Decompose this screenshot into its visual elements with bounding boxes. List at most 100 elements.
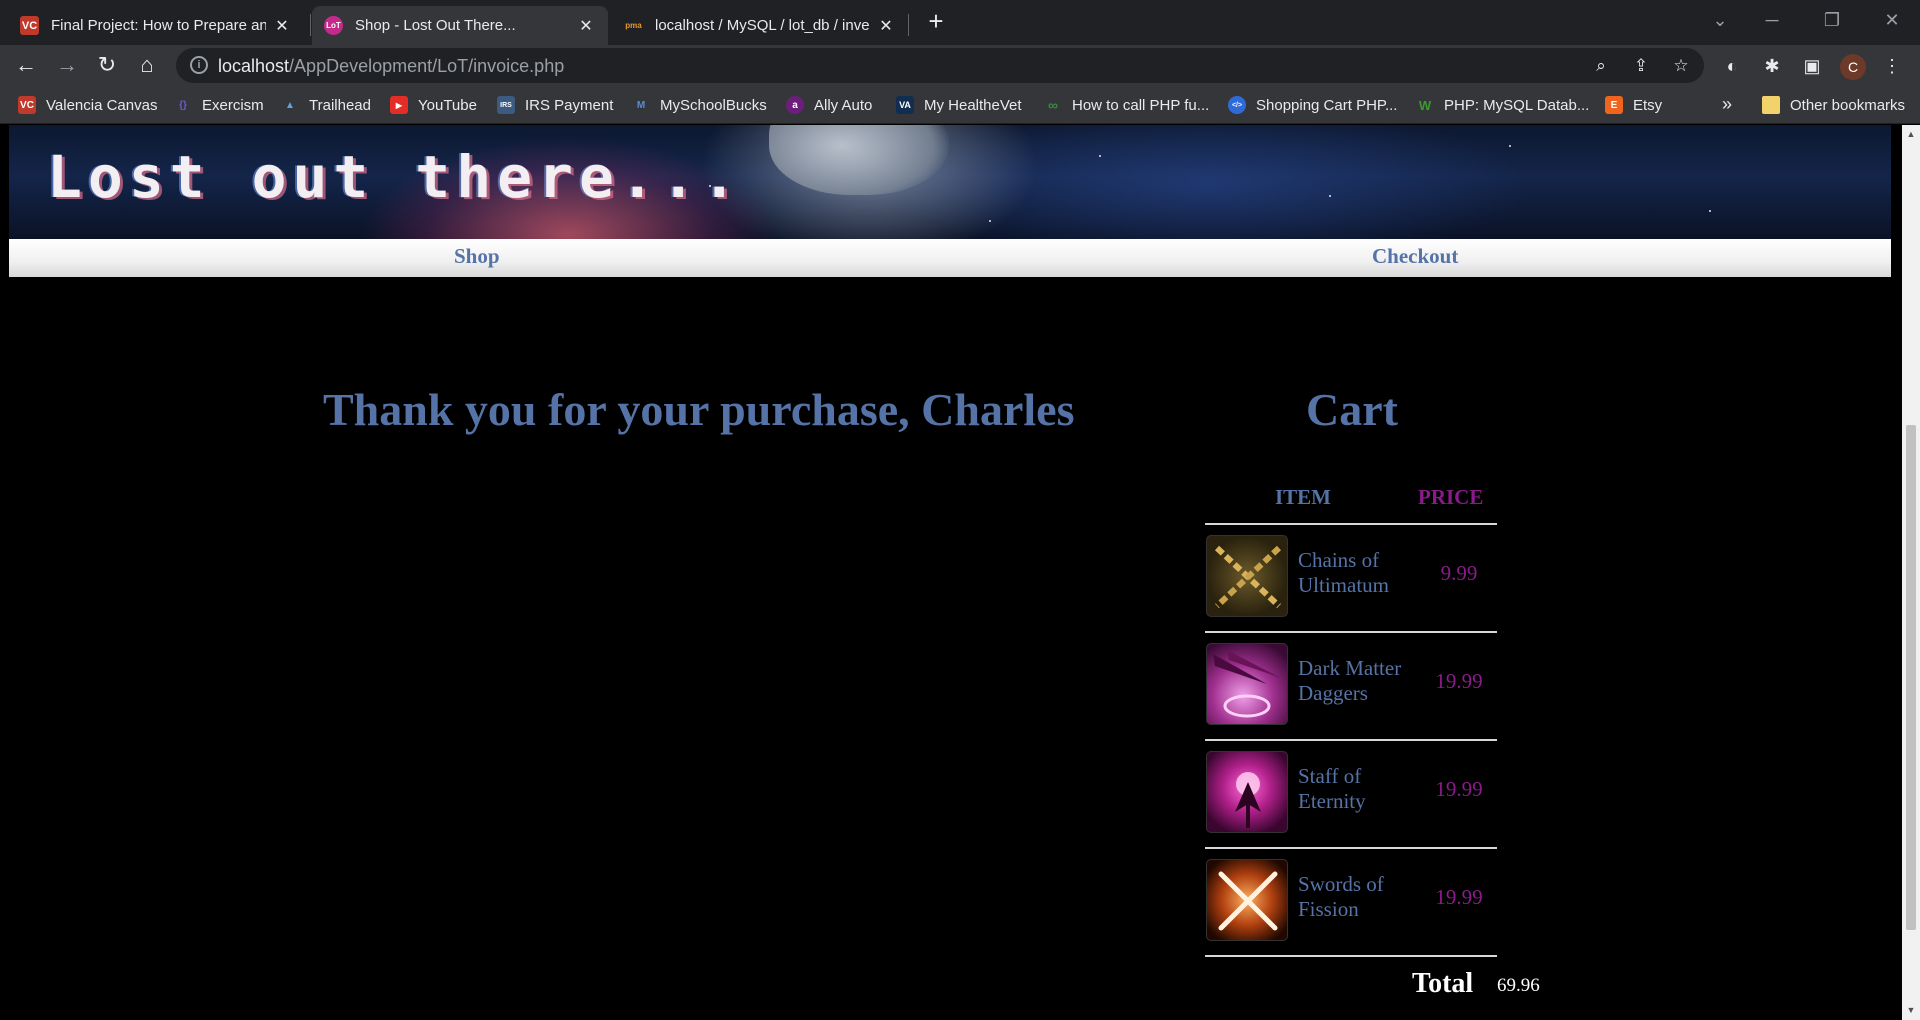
forward-arrow-icon[interactable]: → — [51, 49, 83, 81]
side-panel-icon[interactable]: ▣ — [1800, 54, 1824, 78]
bookmark-myschoolbucks[interactable]: M MySchoolBucks — [632, 95, 767, 115]
cart-divider — [1205, 523, 1497, 525]
scroll-down-arrow-icon[interactable]: ▼ — [1906, 1005, 1916, 1015]
site-nav: Shop Checkout — [9, 239, 1891, 277]
extensions-puzzle-icon[interactable]: ✱ — [1760, 54, 1784, 78]
window-close-button[interactable]: ✕ — [1872, 0, 1912, 40]
star — [1329, 195, 1331, 197]
bookmarks-bar: VC Valencia Canvas {} Exercism ▲ Trailhead … — [0, 86, 1920, 124]
star — [989, 220, 991, 222]
cart-item-price: 19.99 — [1435, 669, 1483, 693]
browser-toolbar: ← → ↻ ⌂ i localhost/AppDevelopment/LoT/i… — [0, 45, 1920, 86]
share-icon[interactable]: ⇪ — [1630, 55, 1652, 77]
nav-shop-link[interactable]: Shop — [454, 244, 500, 269]
restore-button[interactable]: ❐ — [1812, 0, 1852, 40]
cart-item-price: 19.99 — [1435, 777, 1483, 801]
tab-search-icon[interactable]: ⌄ — [1700, 0, 1740, 40]
star — [1709, 210, 1711, 212]
tab-title: Shop - Lost Out There... — [355, 17, 516, 34]
bookmark-php-function[interactable]: ∞ How to call PHP fu... — [1044, 95, 1209, 115]
profile-avatar[interactable]: C — [1840, 54, 1866, 80]
cart-divider — [1205, 739, 1497, 741]
irs-icon: IRS — [497, 96, 515, 114]
cart-column-item: ITEM — [1275, 485, 1332, 509]
shop-favicon-icon: LoT — [324, 16, 343, 35]
bookmark-php-mysql[interactable]: W PHP: MySQL Datab... — [1416, 95, 1589, 115]
trailhead-icon: ▲ — [285, 99, 295, 111]
site-banner: Lost out there... — [9, 125, 1891, 239]
code-icon: </> — [1228, 96, 1246, 114]
phpmyadmin-favicon-icon: pma — [625, 21, 642, 30]
staff-icon — [1206, 751, 1288, 833]
swords-icon — [1206, 859, 1288, 941]
menu-kebab-icon[interactable]: ⋮ — [1880, 54, 1904, 78]
tab-separator — [310, 14, 311, 36]
w3schools-icon: W — [1418, 97, 1432, 113]
reload-icon[interactable]: ↻ — [91, 49, 123, 81]
home-icon[interactable]: ⌂ — [131, 49, 163, 81]
cart-row: Dark Matter Daggers 19.99 — [1205, 637, 1497, 743]
total-value: 69.96 — [1497, 975, 1540, 996]
ally-icon: a — [786, 96, 804, 114]
chains-icon — [1206, 535, 1288, 617]
exercism-icon: {} — [179, 99, 187, 111]
banner-title: Lost out there... — [47, 143, 743, 211]
site-info-icon[interactable]: i — [190, 56, 208, 74]
tab-shop[interactable]: LoT Shop - Lost Out There... ✕ — [312, 6, 608, 45]
close-icon[interactable]: ✕ — [876, 16, 896, 36]
dark-mode-extension-icon[interactable]: ◐ — [1720, 54, 1744, 78]
star-icon[interactable]: ☆ — [1670, 55, 1692, 77]
bookmark-youtube[interactable]: ▶ YouTube — [390, 95, 477, 115]
total-label: Total — [1412, 968, 1474, 999]
cart-item-price: 9.99 — [1440, 561, 1478, 585]
bookmark-ally-auto[interactable]: a Ally Auto — [786, 95, 872, 115]
star — [1509, 145, 1511, 147]
scroll-up-arrow-icon[interactable]: ▲ — [1906, 129, 1916, 139]
tab-title: Final Project: How to Prepare and — [51, 17, 266, 34]
bookmark-exercism[interactable]: {} Exercism — [174, 95, 264, 115]
bookmark-trailhead[interactable]: ▲ Trailhead — [281, 95, 371, 115]
cart-divider — [1205, 631, 1497, 633]
url-text: localhost/AppDevelopment/LoT/invoice.php — [218, 56, 565, 76]
close-icon[interactable]: ✕ — [272, 16, 292, 36]
back-arrow-icon[interactable]: ← — [10, 49, 42, 81]
va-icon: VA — [896, 96, 914, 114]
cart-row: Swords of Fission 19.99 — [1205, 853, 1497, 959]
scroll-thumb[interactable] — [1906, 425, 1916, 930]
cart-item-price: 19.99 — [1435, 885, 1483, 909]
bookmarks-overflow-chevron-icon[interactable]: » — [1722, 94, 1732, 115]
cart-divider — [1205, 847, 1497, 849]
cart-divider — [1205, 955, 1497, 957]
tab-valencia-canvas[interactable]: VC Final Project: How to Prepare and ✕ — [8, 6, 304, 45]
cart-item-name: Staff of Eternity — [1298, 764, 1366, 813]
astronaut-image — [769, 125, 949, 195]
daggers-icon — [1206, 643, 1288, 725]
tab-phpmyadmin[interactable]: pma localhost / MySQL / lot_db / inve ✕ — [612, 6, 908, 45]
cart-row: Staff of Eternity 19.99 — [1205, 745, 1497, 851]
bookmark-irs-payment[interactable]: IRS IRS Payment — [497, 95, 613, 115]
nav-checkout-link[interactable]: Checkout — [1372, 244, 1458, 269]
myschoolbucks-icon: M — [636, 99, 646, 111]
cart-item-name: Swords of Fission — [1298, 872, 1384, 921]
canvas-icon: VC — [18, 96, 36, 114]
cart-item-name: Chains of Ultimatum — [1298, 548, 1389, 597]
etsy-icon: E — [1605, 96, 1623, 114]
page-scrollbar[interactable]: ▲ ▼ — [1902, 125, 1920, 1020]
other-bookmarks-folder[interactable]: Other bookmarks — [1762, 95, 1905, 115]
bookmark-etsy[interactable]: E Etsy — [1605, 95, 1662, 115]
bookmark-shopping-cart-php[interactable]: </> Shopping Cart PHP... — [1228, 95, 1397, 115]
close-icon[interactable]: ✕ — [576, 16, 596, 36]
bookmark-my-healthevet[interactable]: VA My HealtheVet — [896, 95, 1022, 115]
bookmark-valencia-canvas[interactable]: VC Valencia Canvas — [18, 95, 157, 115]
zoom-icon[interactable]: ⌕ — [1590, 55, 1612, 77]
address-bar[interactable]: i localhost/AppDevelopment/LoT/invoice.p… — [176, 48, 1704, 83]
tab-separator — [908, 14, 909, 36]
tab-title: localhost / MySQL / lot_db / inve — [655, 17, 870, 34]
new-tab-button[interactable]: + — [922, 6, 950, 36]
youtube-icon: ▶ — [390, 96, 408, 114]
folder-icon — [1762, 96, 1780, 114]
link-icon: ∞ — [1048, 97, 1058, 113]
thank-you-heading: Thank you for your purchase, Charles — [323, 384, 1075, 435]
cart-heading: Cart — [1306, 384, 1398, 435]
minimize-button[interactable]: ─ — [1752, 0, 1792, 40]
